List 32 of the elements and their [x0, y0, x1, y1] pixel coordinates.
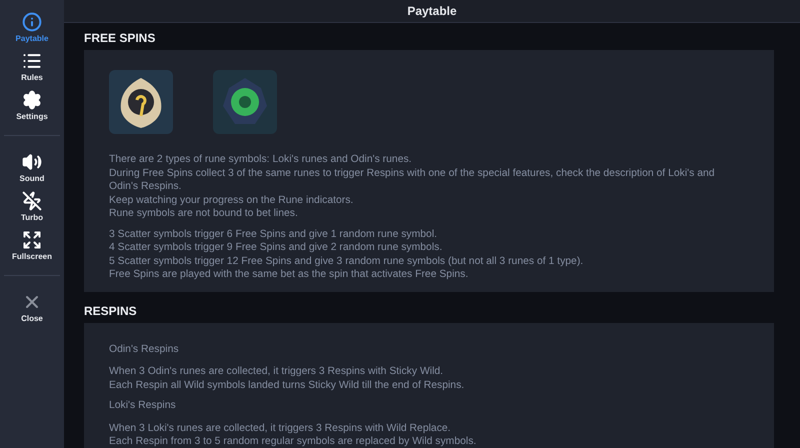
subtitle: Loki's Respins [109, 399, 177, 412]
sidebar-item[interactable]: Settings [2, 88, 62, 123]
speaker-icon [22, 152, 42, 172]
description-text: Each Respin from 3 to 5 random regular symbols are replaced by Wild symbols. [109, 435, 478, 448]
description-text: 3 Scatter symbols trigger 6 Free Spins and give 1 random rune symbol. [109, 228, 438, 241]
fullscreen-icon [22, 230, 42, 250]
section-title: FREE SPINS [84, 30, 156, 47]
sidebar-item[interactable]: Close [2, 290, 62, 325]
sidebar-item[interactable]: Paytable [2, 10, 62, 45]
info-icon [22, 12, 42, 32]
description-text: Keep watching your progress on the Rune indicators. [109, 194, 354, 207]
description-text: Each Respin all Wild symbols landed turns Sticky Wild till the end of Respins. [109, 378, 466, 392]
list-icon [22, 51, 42, 71]
subtitle: Odin's Respins [109, 342, 180, 356]
section-title: RESPINS [84, 302, 138, 320]
rune-symbol-drawing [109, 70, 173, 134]
sidebar-item[interactable]: Rules [2, 49, 62, 84]
header-title: Paytable [64, 0, 800, 23]
settings-icon [22, 90, 42, 110]
description-text: 5 Scatter symbols trigger 12 Free Spins and give 3 random rune symbols (but not all 3 runes of 1 type). [109, 254, 584, 268]
sidebar-item[interactable]: Turbo [2, 189, 62, 224]
description-text: 4 Scatter symbols trigger 9 Free Spins and give 2 random rune symbols. [109, 241, 444, 254]
description-text: Rune symbols are not bound to bet lines. [109, 207, 299, 220]
description-text: During Free Spins collect 3 of the same runes to trigger Respins with one of the special features, check the description of Loki's and Odin's Respins. [109, 166, 716, 194]
sidebar-item[interactable]: Sound [2, 150, 62, 185]
lightning-off-icon [22, 191, 42, 211]
description-text: When 3 Odin's runes are collected, it triggers 3 Respins with Sticky Wild. [109, 365, 444, 378]
rune-symbol-drawing [213, 70, 277, 134]
description-text: There are 2 types of rune symbols: Loki's runes and Odin's runes. [109, 153, 413, 166]
description-text: When 3 Loki's runes are collected, it triggers 3 Respins with Wild Replace. [109, 422, 452, 435]
description-text: Free Spins are played with the same bet as the spin that activates Free Spins. [109, 268, 470, 282]
sidebar-item[interactable]: Fullscreen [2, 228, 62, 263]
